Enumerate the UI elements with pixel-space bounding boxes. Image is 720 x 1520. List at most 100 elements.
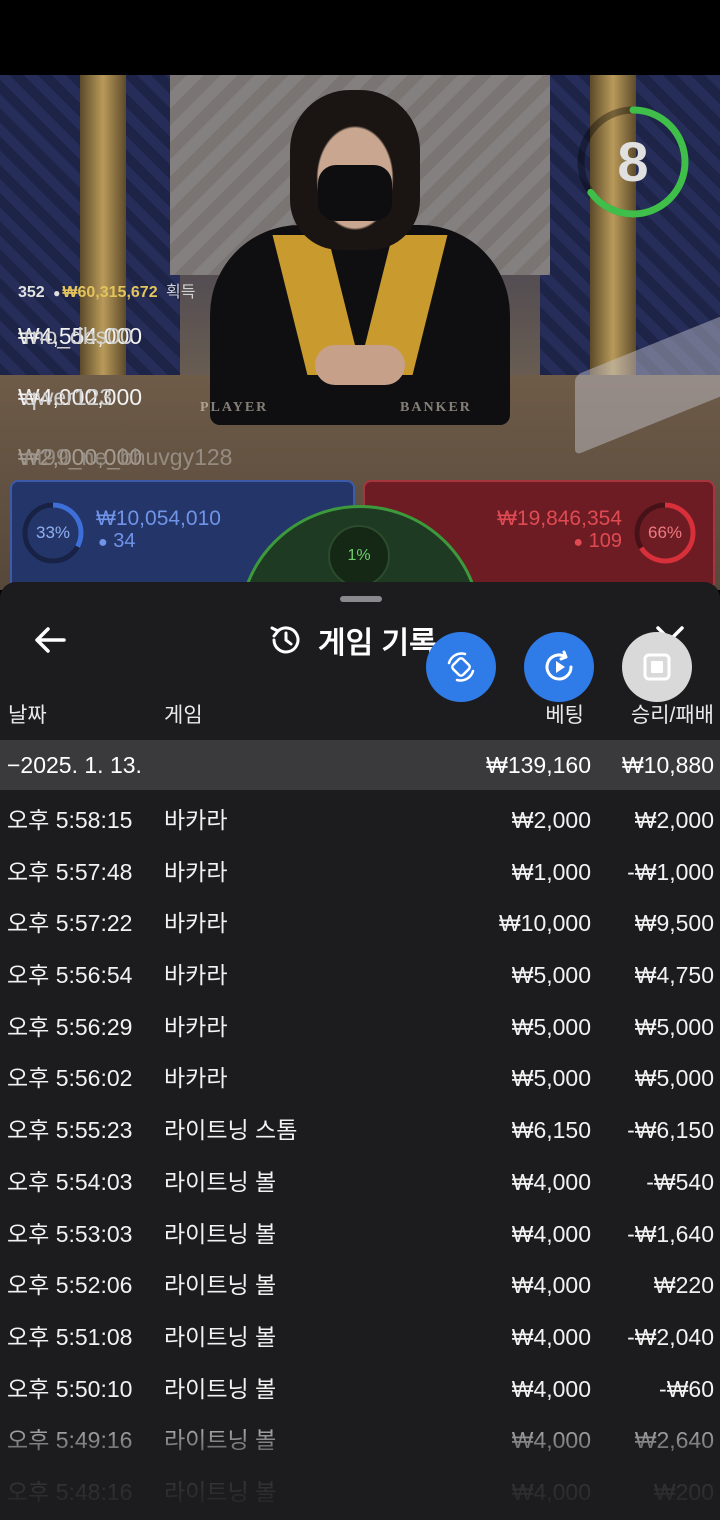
row-bet: ₩10,000: [498, 910, 591, 937]
group-bet-total: ₩139,160: [486, 752, 591, 778]
history-row[interactable]: 오후 5:51:08 라이트닝 볼 ₩4,000 -₩2,040: [0, 1312, 720, 1364]
history-row[interactable]: 오후 5:48:16 라이트닝 볼 ₩4,000 ₩200: [0, 1467, 720, 1519]
history-row[interactable]: 오후 5:57:48 바카라 ₩1,000 -₩1,000: [0, 847, 720, 899]
history-row[interactable]: 오후 5:52:06 라이트닝 볼 ₩4,000 ₩220: [0, 1260, 720, 1312]
row-time: 오후 5:48:16: [7, 1478, 133, 1505]
date-group-header[interactable]: −2025. 1. 13. ₩139,160 ₩10,880: [0, 740, 720, 790]
winners-label: 획득: [166, 284, 196, 301]
row-winloss: ₩4,750: [634, 962, 714, 989]
drag-handle[interactable]: [340, 596, 382, 602]
row-game: 라이트닝 볼: [164, 1323, 277, 1350]
row-game: 바카라: [164, 1065, 228, 1092]
winner-user: nt99_ne_bhuvgy128: [24, 444, 233, 471]
dealer-mask: [318, 165, 392, 221]
winner-row: ₩2,000,000 nt99_ne_bhuvgy128: [18, 432, 232, 484]
row-game: 라이트닝 볼: [164, 1272, 277, 1299]
sheet-title: 게임 기록: [268, 618, 437, 662]
column-header-game: 게임: [164, 704, 203, 727]
row-game: 바카라: [164, 1013, 228, 1040]
replay-icon: [545, 650, 573, 681]
table-label-player: PLAYER: [200, 400, 269, 415]
history-row[interactable]: 오후 5:56:02 바카라 ₩5,000 ₩5,000: [0, 1053, 720, 1105]
history-row[interactable]: 오후 5:56:54 바카라 ₩5,000 ₩4,750: [0, 950, 720, 1002]
row-game: 바카라: [164, 962, 228, 989]
column-header-bet: 베팅: [545, 704, 584, 727]
row-winloss: ₩200: [653, 1478, 714, 1505]
group-winloss-total: ₩10,880: [621, 752, 714, 778]
row-winloss: ₩2,640: [634, 1427, 714, 1454]
rotate-button[interactable]: [426, 632, 496, 702]
history-row[interactable]: 오후 5:58:15 바카라 ₩2,000 ₩2,000: [0, 795, 720, 847]
player-percent: 33%: [35, 523, 71, 542]
row-winloss: ₩5,000: [634, 1013, 714, 1040]
row-time: 오후 5:51:08: [7, 1323, 133, 1350]
banker-bettor-count: ● 109: [573, 530, 622, 553]
tie-percent: 1%: [347, 547, 371, 564]
stop-button[interactable]: [622, 632, 692, 702]
banker-total-amount: ₩19,846,354: [497, 507, 622, 530]
winner-user: qwer123: [24, 383, 113, 410]
history-row[interactable]: 오후 5:49:16 라이트닝 볼 ₩4,000 ₩2,640: [0, 1415, 720, 1467]
row-time: 오후 5:54:03: [7, 1168, 133, 1195]
history-row[interactable]: 오후 5:54:03 라이트닝 볼 ₩4,000 -₩540: [0, 1157, 720, 1209]
banker-percent: 66%: [647, 523, 683, 542]
row-winloss: -₩540: [646, 1168, 714, 1195]
row-bet: ₩5,000: [511, 962, 591, 989]
column-header-date: 날짜: [8, 704, 47, 727]
winners-list: 352 ● ₩60,315,672 획득 ₩4,554,000 rno_dbs00 …: [18, 278, 232, 484]
row-time: 오후 5:56:02: [7, 1065, 133, 1092]
group-date: −2025. 1. 13.: [7, 752, 142, 778]
row-winloss: -₩1,640: [627, 1220, 714, 1247]
row-winloss: -₩6,150: [627, 1117, 714, 1144]
person-icon: ●: [98, 534, 108, 551]
table-label-banker: BANKER: [400, 400, 472, 415]
history-row[interactable]: 오후 5:57:22 바카라 ₩10,000 ₩9,500: [0, 898, 720, 950]
row-bet: ₩1,000: [511, 858, 591, 885]
row-bet: ₩4,000: [511, 1272, 591, 1299]
row-game: 라이트닝 볼: [164, 1168, 277, 1195]
dealer-body: [210, 225, 510, 425]
back-button[interactable]: [26, 618, 76, 662]
row-time: 오후 5:55:23: [7, 1117, 133, 1144]
row-winloss: -₩60: [659, 1375, 714, 1402]
row-game: 라이트닝 볼: [164, 1220, 277, 1247]
row-time: 오후 5:58:15: [7, 807, 133, 833]
history-row[interactable]: 오후 5:56:29 바카라 ₩5,000 ₩5,000: [0, 1002, 720, 1054]
winners-summary: 352 ● ₩60,315,672 획득: [18, 278, 196, 302]
dealer-hands: [315, 345, 405, 385]
history-row[interactable]: 오후 5:50:10 라이트닝 볼 ₩4,000 -₩60: [0, 1364, 720, 1416]
row-bet: ₩5,000: [511, 1065, 591, 1092]
row-winloss: ₩5,000: [634, 1065, 714, 1092]
row-time: 오후 5:56:29: [7, 1013, 133, 1040]
row-game: 라이트닝 볼: [164, 1478, 277, 1505]
row-bet: ₩4,000: [511, 1427, 591, 1454]
sheet-title-text: 게임 기록: [318, 627, 437, 660]
countdown-number: 8: [617, 130, 649, 193]
history-list: 오후 5:58:15 바카라 ₩2,000 ₩2,000 오후 5:57:48 바카라 ₩…: [0, 795, 720, 1519]
row-bet: ₩4,000: [511, 1478, 591, 1505]
replay-button[interactable]: [524, 632, 594, 702]
row-game: 바카라: [164, 858, 228, 885]
player-count-value: 34: [113, 530, 136, 552]
person-icon: ●: [53, 286, 61, 300]
row-time: 오후 5:53:03: [7, 1220, 133, 1247]
winner-user: rno_dbs00: [24, 323, 133, 349]
person-icon: ●: [573, 534, 584, 551]
winner-row: ₩4,000,000 qwer123: [18, 372, 196, 424]
row-game: 라이트닝 볼: [164, 1427, 277, 1454]
player-bettor-count: ● 34: [98, 530, 135, 553]
column-header-winloss: 승리/패배: [630, 704, 714, 727]
row-bet: ₩4,000: [511, 1375, 591, 1402]
history-row[interactable]: 오후 5:55:23 라이트닝 스톰 ₩6,150 -₩6,150: [0, 1105, 720, 1157]
row-game: 바카라: [164, 910, 228, 937]
row-winloss: ₩220: [653, 1272, 714, 1299]
row-time: 오후 5:57:48: [7, 858, 133, 885]
winners-total: ₩60,315,672: [62, 284, 158, 301]
live-video-feed: PLAYER BANKER 8 352 ● ₩60,315,672 획득 ₩4,5…: [0, 75, 720, 590]
row-time: 오후 5:50:10: [7, 1375, 133, 1402]
rotate-icon: [447, 652, 475, 682]
arrow-left-icon: [35, 627, 66, 653]
row-bet: ₩5,000: [511, 1013, 591, 1040]
history-row[interactable]: 오후 5:53:03 라이트닝 볼 ₩4,000 -₩1,640: [0, 1209, 720, 1261]
row-winloss: ₩9,500: [634, 910, 714, 937]
